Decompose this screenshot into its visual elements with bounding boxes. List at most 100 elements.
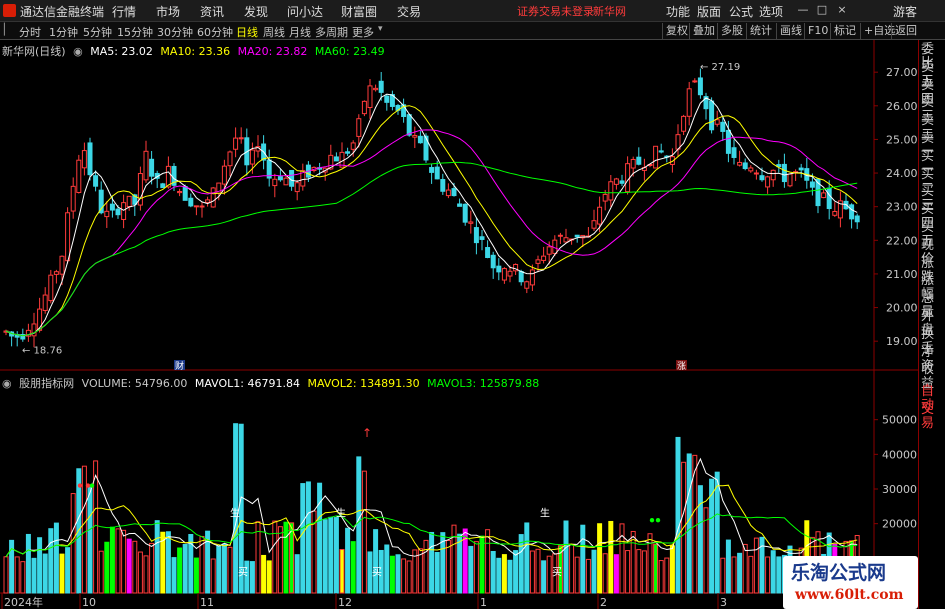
period-30min[interactable]: 30分钟 (157, 24, 193, 40)
menu-market[interactable]: 市场 (156, 3, 180, 20)
period-weekly[interactable]: 周线 (263, 24, 285, 40)
tool-back[interactable]: 返回 (891, 23, 917, 39)
volume-bar (748, 555, 754, 594)
volume-bar (686, 453, 692, 594)
volume-bar (59, 553, 65, 594)
volume-bar (451, 524, 457, 594)
period-more-arrow-icon[interactable]: ▾ (378, 24, 383, 34)
app-logo-icon (3, 4, 16, 17)
volume-bar (468, 545, 474, 594)
menu-quotes[interactable]: 行情 (112, 3, 136, 20)
candle-body (809, 181, 815, 188)
tool-mark[interactable]: 标记 (830, 23, 856, 39)
candle-body (462, 203, 468, 223)
period-1min[interactable]: 1分钟 (49, 24, 78, 40)
volume-bar (613, 554, 619, 594)
minimize-button[interactable]: — (795, 2, 811, 18)
tool-draw[interactable]: 画线 (776, 23, 802, 39)
candle-body (658, 150, 664, 153)
menu-options[interactable]: 选项 (759, 3, 783, 20)
period-15min[interactable]: 15分钟 (117, 24, 153, 40)
candle-body (781, 163, 787, 183)
candle-body (563, 237, 569, 243)
volume-bar (714, 471, 720, 594)
toolbar-collapse-icon[interactable]: ▏ (4, 23, 12, 36)
candle-body (53, 271, 59, 275)
guest-user[interactable]: 游客 (893, 3, 917, 20)
period-daily[interactable]: 日线 (236, 24, 258, 40)
event-cai-label: 财 (175, 360, 184, 372)
menu-discover[interactable]: 发现 (244, 3, 268, 20)
volume-bar (776, 556, 782, 594)
volume-bar (445, 540, 451, 594)
menu-layout[interactable]: 版面 (697, 3, 721, 20)
menu-function[interactable]: 功能 (666, 3, 690, 20)
legend-toggle-icon[interactable]: ◉ (73, 45, 83, 58)
menu-formula[interactable]: 公式 (729, 3, 753, 20)
volume-bar (221, 543, 227, 594)
time-tick-label: 11 (200, 596, 214, 609)
volume-bar (580, 524, 586, 594)
period-60min[interactable]: 60分钟 (197, 24, 233, 40)
candle-body (541, 255, 547, 261)
volume-tick-label: 40000 (882, 448, 917, 461)
volume-bar (339, 549, 345, 594)
up-arrow-icon: ↑ (362, 426, 372, 440)
candle-body (798, 167, 804, 171)
menu-trade[interactable]: 交易 (397, 3, 421, 20)
volume-bar (37, 537, 43, 594)
volume-bar (770, 550, 776, 594)
candle-body (574, 234, 580, 238)
tool-adjust[interactable]: 复权 (662, 23, 688, 39)
volume-bar (277, 526, 283, 594)
menu-assistant[interactable]: 问小达 (287, 3, 323, 20)
volume-bar (14, 556, 20, 594)
volume-bar (356, 456, 362, 594)
volume-bar (333, 517, 339, 594)
volume-bar (350, 541, 356, 594)
tool-multi-stock[interactable]: 多股 (717, 23, 743, 39)
tool-overlay[interactable]: 叠加 (689, 23, 715, 39)
period-monthly[interactable]: 月线 (289, 24, 311, 40)
side-item-20[interactable]: 交易 (921, 403, 945, 431)
volume-bar (619, 523, 625, 594)
period-5min[interactable]: 5分钟 (83, 24, 112, 40)
volume-tick-label: 20000 (882, 518, 917, 531)
candle-body (249, 149, 255, 165)
kline-chart[interactable]: 27.00 26.00 25.00 24.00 23.00 22.00 21.00 20.00… (0, 40, 918, 609)
volume-bar (294, 554, 300, 594)
period-more[interactable]: 更多 (352, 24, 374, 40)
candle-body (193, 205, 199, 208)
close-button[interactable]: × (834, 2, 850, 18)
signal-dot (89, 483, 95, 488)
volume-bar (608, 520, 614, 594)
ma60-label: MA60: 23.49 (314, 45, 385, 58)
tool-stats[interactable]: 统计 (746, 23, 772, 39)
volume-bar (361, 470, 367, 594)
signal-buy: 买 (552, 567, 562, 579)
maximize-button[interactable]: □ (814, 2, 830, 18)
candle-body (65, 212, 71, 262)
volume-bar (485, 529, 491, 594)
volume-bar (126, 538, 132, 594)
volume-bar (25, 533, 31, 594)
tool-f10[interactable]: F10 (804, 23, 828, 39)
price-tick-label: 27.00 (886, 66, 918, 79)
candle-body (529, 269, 535, 286)
volume-bar (266, 560, 272, 594)
tool-add-watchlist[interactable]: +自选 (860, 23, 895, 39)
stock-title: 新华网(日线) (2, 45, 66, 58)
candle-body (832, 211, 838, 216)
period-tick[interactable]: 分时 (19, 24, 41, 40)
candle-body (121, 202, 127, 220)
menu-news[interactable]: 资讯 (200, 3, 224, 20)
volume-bar (574, 556, 580, 594)
event-zhang-label: 涨 (677, 361, 686, 372)
volume-bar (518, 534, 524, 594)
signal-dot (85, 483, 91, 488)
menu-wealth[interactable]: 财富圈 (341, 3, 377, 20)
volume-toggle-icon[interactable]: ◉ (2, 377, 12, 390)
volume-bar (249, 561, 255, 594)
candle-body (714, 119, 720, 125)
period-multi[interactable]: 多周期 (315, 24, 348, 40)
